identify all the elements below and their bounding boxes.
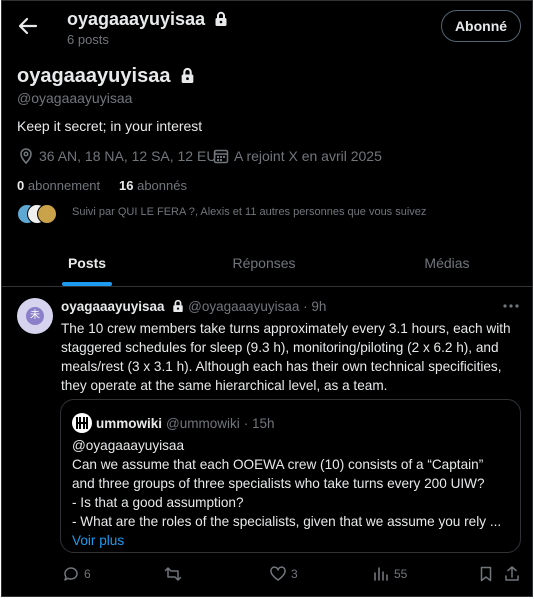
profile-joined: A rejoint X en avril 2025 [212, 147, 382, 165]
quoted-post[interactable]: ummowiki @ummowiki · 15h @oyagaaayuyisaa… [60, 399, 521, 553]
post-time[interactable]: · 9h [303, 299, 326, 314]
tab-replies-label: Réponses [232, 255, 296, 271]
bookmark-icon [480, 566, 492, 582]
post-more-icon[interactable] [502, 299, 520, 313]
post-author-name[interactable]: oyagaaayuyisaa [61, 299, 165, 314]
quote-author-name: ummowiki [96, 415, 163, 431]
tab-active-indicator [62, 282, 112, 286]
header-title: oyagaaayuyisaa [67, 9, 228, 30]
post-author-handle[interactable]: @oyagaaayuyisaa [188, 299, 299, 314]
quote-line: @oyagaaayuyisaa [72, 438, 185, 453]
profile-location: 36 AN, 18 NA, 12 SA, 12 EU [17, 147, 216, 165]
repost-icon [164, 567, 182, 581]
tab-bar: Posts Réponses Médias [2, 243, 532, 287]
followers-link[interactable]: 16 abonnés [119, 178, 187, 193]
lock-icon [172, 299, 184, 313]
like-count: 3 [291, 567, 298, 581]
reply-count: 6 [84, 567, 91, 581]
profile-bio: Keep it secret; in your interest [17, 118, 203, 134]
repost-button[interactable] [164, 565, 182, 583]
quote-author-handle: @ummowiki [166, 415, 240, 431]
share-icon [505, 566, 519, 581]
quote-line: - What are the roles of the specialists,… [72, 514, 502, 529]
like-button[interactable]: 3 [269, 565, 298, 583]
post[interactable]: 未 oyagaaayuyisaa @oyagaaayuyisaa · 9h Th… [2, 287, 532, 596]
following-button[interactable]: Abonné [441, 10, 521, 42]
arrow-left-icon [18, 17, 38, 35]
lock-icon [214, 11, 228, 27]
views-count: 55 [394, 567, 408, 581]
following-label: abonnement [27, 178, 101, 193]
bookmark-button[interactable] [477, 565, 495, 583]
post-header: oyagaaayuyisaa @oyagaaayuyisaa · 9h [61, 299, 326, 314]
following-button-label: Abonné [454, 18, 508, 34]
reply-button[interactable]: 6 [62, 565, 91, 583]
quote-time: · 15h [243, 415, 275, 431]
following-link[interactable]: 0 abonnement [17, 178, 100, 193]
tab-posts-label: Posts [67, 255, 107, 271]
quote-line: Can we assume that each OOEWA crew (10) … [72, 457, 484, 472]
following-count: 0 [17, 178, 25, 193]
heart-icon [270, 566, 286, 581]
back-button[interactable] [16, 14, 40, 38]
views-button[interactable]: 55 [372, 565, 407, 583]
location-pin-icon [20, 148, 32, 165]
avatar [37, 204, 57, 224]
quote-line: - Is that a good assumption? [72, 495, 244, 510]
avatar-glyph-icon: 未 [26, 307, 44, 325]
reply-icon [64, 567, 78, 581]
header-title-text: oyagaaayuyisaa [67, 9, 206, 29]
lock-icon [180, 67, 195, 84]
joined-text: A rejoint X en avril 2025 [234, 148, 382, 164]
followed-by-avatars[interactable] [17, 204, 61, 224]
ummowiki-logo-icon [72, 413, 92, 433]
tab-posts[interactable]: Posts [2, 243, 172, 286]
post-avatar[interactable]: 未 [17, 298, 53, 334]
see-more-link[interactable]: Voir plus [72, 531, 512, 550]
quote-line: and three groups of three specialists wh… [72, 476, 485, 491]
tab-replies[interactable]: Réponses [179, 243, 349, 286]
profile-page: oyagaaayuyisaa 6 posts Abonné oyagaaayuy… [1, 0, 533, 597]
profile-handle: @oyagaaayuyisaa [17, 90, 133, 106]
tab-media[interactable]: Médias [362, 243, 532, 286]
quote-header: ummowiki @ummowiki · 15h [72, 413, 275, 433]
header-post-count: 6 posts [67, 32, 109, 47]
share-button[interactable] [503, 565, 521, 583]
quote-text: @oyagaaayuyisaa Can we assume that each … [72, 436, 512, 550]
quote-avatar [72, 413, 92, 433]
followers-count: 16 [119, 178, 134, 193]
post-text: The 10 crew members take turns approxima… [61, 321, 511, 393]
profile-name-text: oyagaaayuyisaa [17, 65, 171, 87]
calendar-icon [213, 149, 229, 164]
tab-media-label: Médias [424, 255, 470, 271]
followers-label: abonnés [137, 178, 187, 193]
followed-by-text[interactable]: Suivi par QUI LE FERA ?, Alexis et 11 au… [72, 206, 426, 218]
profile-name: oyagaaayuyisaa [17, 65, 195, 88]
location-text: 36 AN, 18 NA, 12 SA, 12 EU [39, 148, 217, 164]
views-chart-icon [374, 567, 388, 581]
